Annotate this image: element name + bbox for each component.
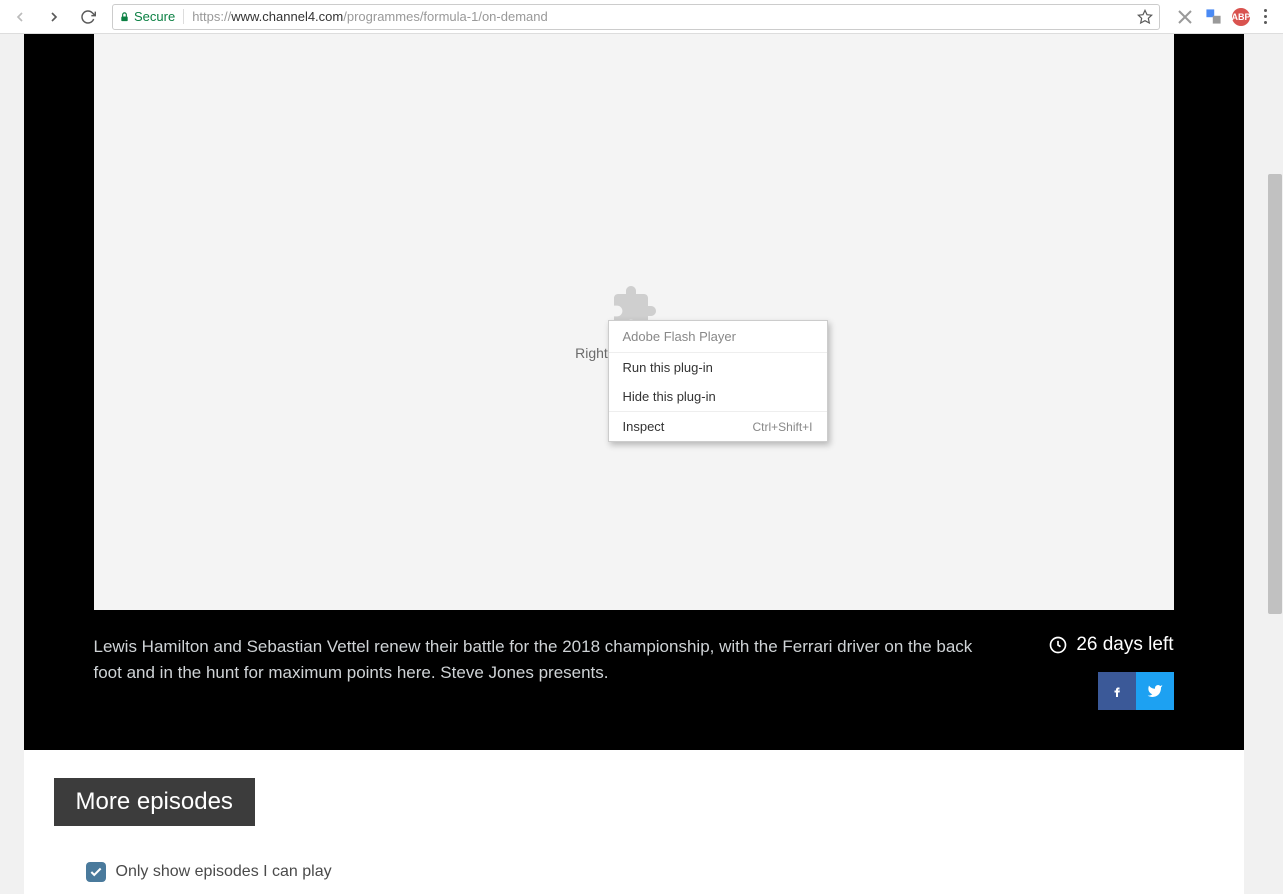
extension-icons: ABP: [1170, 5, 1277, 28]
filter-label: Only show episodes I can play: [116, 863, 332, 881]
context-menu: Adobe Flash Player Run this plug-in Hide…: [608, 320, 828, 442]
lock-icon: [119, 11, 130, 23]
browser-toolbar: Secure https://www.channel4.com/programm…: [0, 0, 1283, 34]
context-menu-hide-plugin[interactable]: Hide this plug-in: [609, 382, 827, 411]
clock-icon: [1048, 635, 1068, 655]
reload-button[interactable]: [74, 3, 102, 31]
extension-icon-1[interactable]: [1176, 8, 1194, 26]
address-bar[interactable]: Secure https://www.channel4.com/programm…: [112, 4, 1160, 30]
scrollbar-thumb[interactable]: [1268, 174, 1282, 614]
twitter-share-button[interactable]: [1136, 672, 1174, 710]
facebook-icon: [1111, 681, 1123, 701]
translate-icon[interactable]: [1204, 8, 1222, 26]
context-menu-inspect[interactable]: Inspect Ctrl+Shift+I: [609, 412, 827, 441]
twitter-icon: [1145, 683, 1165, 699]
url-text: https://www.channel4.com/programmes/form…: [192, 9, 548, 24]
episode-filter: Only show episodes I can play: [54, 826, 1214, 882]
page-scrollbar[interactable]: [1267, 34, 1283, 887]
context-menu-header: Adobe Flash Player: [609, 321, 827, 353]
video-player-placeholder[interactable]: Right-click to run A Adobe Flash Player …: [94, 34, 1174, 610]
abp-icon[interactable]: ABP: [1232, 8, 1250, 26]
context-menu-run-plugin[interactable]: Run this plug-in: [609, 353, 827, 382]
secure-label: Secure: [134, 9, 175, 24]
days-left: 26 days left: [1048, 634, 1173, 656]
share-buttons: [1098, 672, 1174, 710]
star-icon[interactable]: [1137, 9, 1153, 25]
back-button[interactable]: [6, 3, 34, 31]
video-description: Lewis Hamilton and Sebastian Vettel rene…: [94, 634, 984, 685]
menu-button[interactable]: [1260, 5, 1271, 28]
video-section: Right-click to run A Adobe Flash Player …: [24, 34, 1244, 750]
more-episodes-section: More episodes Only show episodes I can p…: [24, 750, 1244, 894]
check-icon: [89, 865, 103, 879]
context-menu-shortcut: Ctrl+Shift+I: [752, 420, 812, 434]
facebook-share-button[interactable]: [1098, 672, 1136, 710]
filter-checkbox[interactable]: [86, 862, 106, 882]
secure-indicator: Secure: [119, 9, 184, 24]
more-episodes-heading: More episodes: [54, 778, 255, 826]
video-meta: Lewis Hamilton and Sebastian Vettel rene…: [94, 610, 1174, 710]
forward-button[interactable]: [40, 3, 68, 31]
